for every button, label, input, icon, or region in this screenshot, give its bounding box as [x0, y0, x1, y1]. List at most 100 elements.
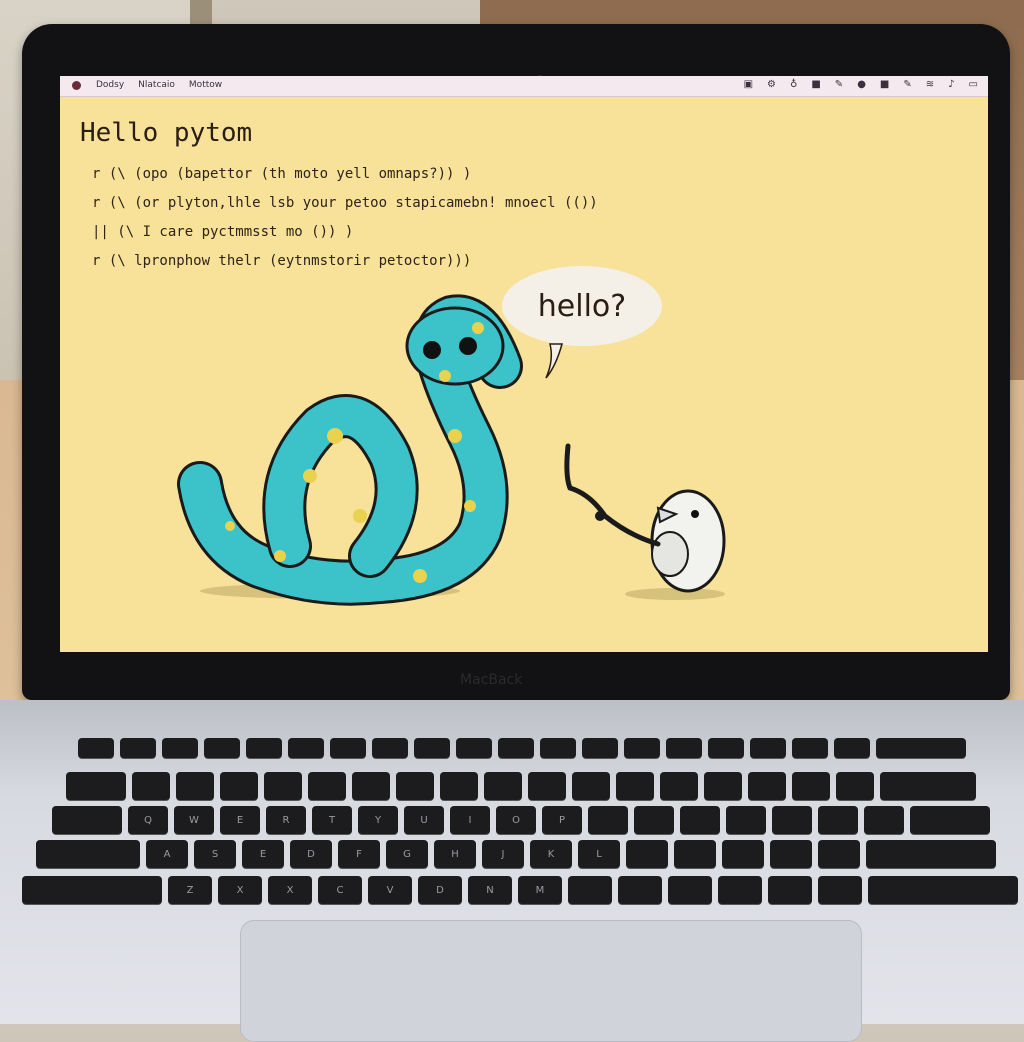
keyboard-key[interactable] — [818, 806, 858, 834]
keyboard-key[interactable] — [78, 738, 114, 758]
keyboard-key-f[interactable]: F — [338, 840, 380, 868]
keyboard-key[interactable] — [414, 738, 450, 758]
keyboard-key-n[interactable]: N — [468, 876, 512, 904]
keyboard-key[interactable] — [484, 772, 522, 800]
keyboard-key[interactable] — [572, 772, 610, 800]
keyboard-key-shift-left[interactable] — [22, 876, 162, 904]
keyboard-key[interactable] — [308, 772, 346, 800]
keyboard-key[interactable] — [372, 738, 408, 758]
keyboard-key[interactable] — [264, 772, 302, 800]
keyboard-key-j[interactable]: J — [482, 840, 524, 868]
keyboard-key-c[interactable]: C — [318, 876, 362, 904]
keyboard-key[interactable] — [818, 876, 862, 904]
keyboard-key[interactable] — [204, 738, 240, 758]
keyboard-key-u[interactable]: U — [404, 806, 444, 834]
keyboard-key[interactable] — [220, 772, 258, 800]
keyboard-key-z[interactable]: Z — [168, 876, 212, 904]
keyboard-key[interactable] — [876, 738, 966, 758]
keyboard-key[interactable] — [176, 772, 214, 800]
keyboard-key[interactable] — [880, 772, 976, 800]
keyboard-key[interactable] — [792, 772, 830, 800]
keyboard-key-enter[interactable] — [910, 806, 990, 834]
keyboard-key[interactable] — [568, 876, 612, 904]
keyboard-key[interactable] — [618, 876, 662, 904]
keyboard-key[interactable] — [330, 738, 366, 758]
keyboard-key-x[interactable]: X — [218, 876, 262, 904]
keyboard-key-y[interactable]: Y — [358, 806, 398, 834]
bird-eye — [691, 510, 699, 518]
keyboard-key[interactable] — [834, 738, 870, 758]
keyboard-key-r[interactable]: R — [266, 806, 306, 834]
keyboard-key-tab[interactable] — [52, 806, 122, 834]
keyboard-key[interactable] — [624, 738, 660, 758]
keyboard-key[interactable] — [540, 738, 576, 758]
keyboard-key-x[interactable]: X — [268, 876, 312, 904]
keyboard-key[interactable] — [440, 772, 478, 800]
keyboard-key[interactable] — [162, 738, 198, 758]
keyboard-key[interactable] — [792, 738, 828, 758]
keyboard-key[interactable] — [498, 738, 534, 758]
keyboard-key[interactable] — [668, 876, 712, 904]
keyboard-key-shift-right[interactable] — [868, 876, 1018, 904]
keyboard-key-caps[interactable] — [36, 840, 140, 868]
keyboard-key[interactable] — [726, 806, 766, 834]
keyboard-key[interactable] — [750, 738, 786, 758]
keyboard-key[interactable] — [396, 772, 434, 800]
keyboard-key-e[interactable]: E — [220, 806, 260, 834]
bird-illustration — [564, 443, 726, 593]
keyboard-key[interactable] — [660, 772, 698, 800]
keyboard-key-i[interactable]: I — [450, 806, 490, 834]
keyboard-key[interactable] — [352, 772, 390, 800]
keyboard-key-p[interactable]: P — [542, 806, 582, 834]
keyboard-key-g[interactable]: G — [386, 840, 428, 868]
keyboard-key-e[interactable]: E — [242, 840, 284, 868]
illustration — [177, 294, 726, 606]
keyboard-key[interactable] — [770, 840, 812, 868]
keyboard-key[interactable] — [864, 806, 904, 834]
laptop-screen: Dodsy Nlatcaio Mottow ▣ ⚙ ♁ ■ ✎ ● ■ ✎ ≋ … — [60, 76, 988, 652]
keyboard-key-w[interactable]: W — [174, 806, 214, 834]
keyboard-key[interactable] — [528, 772, 566, 800]
keyboard-key[interactable] — [722, 840, 764, 868]
keyboard-key[interactable] — [704, 772, 742, 800]
keyboard-key-t[interactable]: T — [312, 806, 352, 834]
keyboard-key[interactable] — [456, 738, 492, 758]
keyboard-key[interactable] — [666, 738, 702, 758]
keyboard-key[interactable] — [836, 772, 874, 800]
keyboard-key-return[interactable] — [866, 840, 996, 868]
keyboard-key-q[interactable]: Q — [128, 806, 168, 834]
keyboard-key-v[interactable]: V — [368, 876, 412, 904]
snake-eye — [459, 337, 477, 355]
keyboard-key-s[interactable]: S — [194, 840, 236, 868]
keyboard-key-h[interactable]: H — [434, 840, 476, 868]
snake-illustration — [177, 294, 523, 606]
keyboard-key[interactable] — [718, 876, 762, 904]
keyboard-key[interactable] — [772, 806, 812, 834]
keyboard-key[interactable] — [768, 876, 812, 904]
keyboard-key-d[interactable]: D — [290, 840, 332, 868]
keyboard-key-m[interactable]: M — [518, 876, 562, 904]
keyboard-key-l[interactable]: L — [578, 840, 620, 868]
keyboard-key[interactable] — [246, 738, 282, 758]
keyboard-key[interactable] — [582, 738, 618, 758]
keyboard-key-o[interactable]: O — [496, 806, 536, 834]
keyboard-key[interactable] — [680, 806, 720, 834]
keyboard-key[interactable] — [674, 840, 716, 868]
keyboard-key[interactable] — [132, 772, 170, 800]
keyboard-key[interactable] — [634, 806, 674, 834]
keyboard-key[interactable] — [288, 738, 324, 758]
keyboard-key[interactable] — [120, 738, 156, 758]
keyboard-key[interactable] — [66, 772, 126, 800]
keyboard-key-d[interactable]: D — [418, 876, 462, 904]
keyboard-key[interactable] — [708, 738, 744, 758]
keyboard-key[interactable] — [626, 840, 668, 868]
keyboard-key-a[interactable]: A — [146, 840, 188, 868]
snake-eye — [423, 341, 441, 359]
bird-shadow — [625, 588, 725, 600]
keyboard-key[interactable] — [748, 772, 786, 800]
keyboard-key-k[interactable]: K — [530, 840, 572, 868]
keyboard-key[interactable] — [588, 806, 628, 834]
laptop-brand: MacBack — [460, 672, 523, 688]
keyboard-key[interactable] — [818, 840, 860, 868]
keyboard-key[interactable] — [616, 772, 654, 800]
